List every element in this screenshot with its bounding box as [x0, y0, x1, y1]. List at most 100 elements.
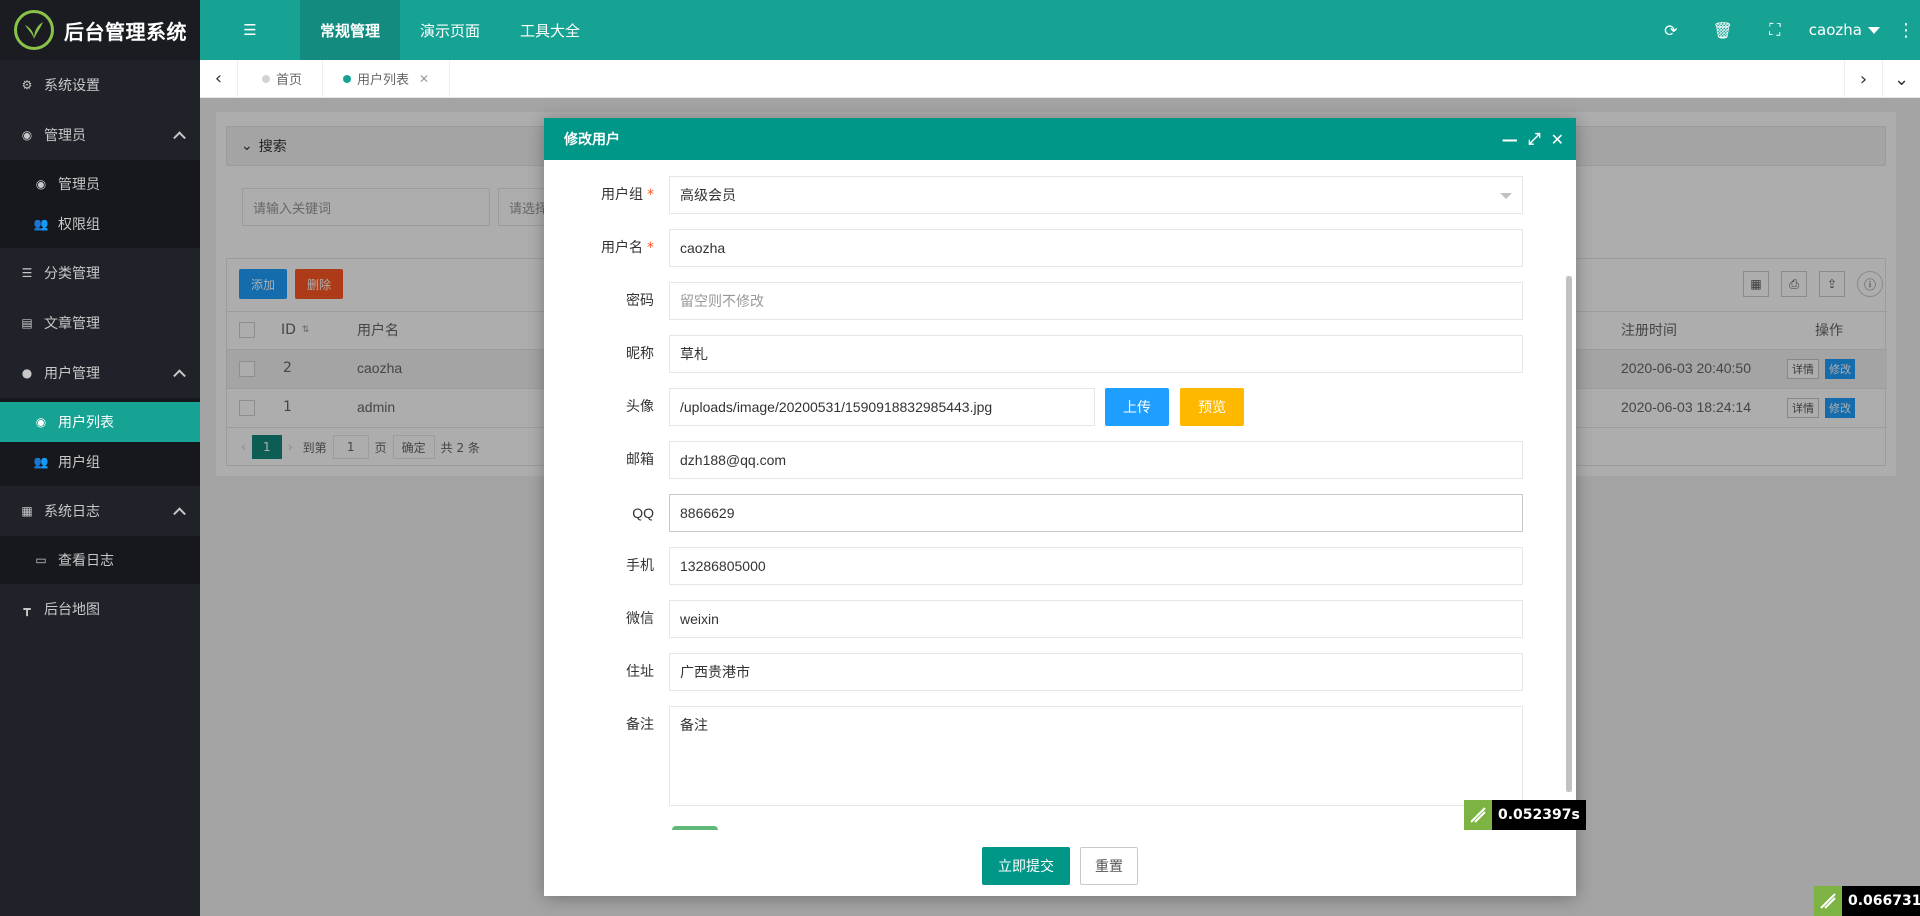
user-circle-icon: ◉ [35, 415, 47, 429]
form-row-group: 用户组 * 高级会员 [544, 176, 1544, 214]
required-mark: * [647, 240, 654, 256]
sidebar-item-permission-groups[interactable]: 👥 权限组 [0, 204, 200, 244]
tabs-menu-button[interactable]: ⌄ [1882, 60, 1920, 98]
debug-timer: 0.066731s [1814, 886, 1920, 916]
topnav-item-tools[interactable]: 工具大全 [500, 0, 600, 60]
topnav-item-general[interactable]: 常规管理 [300, 0, 401, 60]
leaf-logo-icon [1464, 800, 1492, 830]
sidebar-item-label: 文章管理 [44, 316, 100, 332]
user-circle-icon: ◉ [21, 128, 33, 142]
tabs-prev-button[interactable]: ‹ [200, 59, 238, 98]
form-row-wechat: 微信 weixin [544, 600, 1544, 638]
sidebar-item-categories[interactable]: ☰ 分类管理 [0, 248, 200, 298]
form-row-remark: 备注 备注 [544, 706, 1544, 806]
chevron-up-icon [173, 369, 186, 383]
sidebar-item-system-logs[interactable]: ▦ 系统日志 [0, 486, 200, 536]
sidebar-item-label: 用户列表 [58, 415, 114, 431]
submenu-admins: ◉ 管理员 👥 权限组 [0, 160, 200, 248]
newspaper-icon: ▤ [21, 316, 33, 330]
username-input[interactable]: caozha [669, 229, 1523, 267]
sidebar-item-sitemap[interactable]: ┳ 后台地图 [0, 584, 200, 634]
list-icon: ☰ [21, 266, 33, 280]
user-name: caozha [1808, 21, 1862, 39]
sidebar-item-label: 管理员 [44, 128, 86, 144]
field-label: 邮箱 [626, 452, 654, 468]
status-switch[interactable] [672, 826, 718, 830]
modal-header: 修改用户 — ⤢ ✕ [544, 118, 1576, 160]
preview-button[interactable]: 预览 [1180, 388, 1244, 426]
user-menu[interactable]: caozha [1801, 21, 1892, 39]
label-text: 用户名 [601, 240, 643, 256]
sidebar-item-user-groups[interactable]: 👥 用户组 [0, 442, 200, 482]
sidebar-item-users[interactable]: ● 用户管理 [0, 348, 200, 398]
nickname-input[interactable]: 草札 [669, 335, 1523, 373]
sidebar-item-user-list[interactable]: ◉ 用户列表 [0, 402, 200, 442]
field-label: 微信 [626, 611, 654, 627]
logo[interactable]: 后台管理系统 [0, 0, 200, 60]
file-icon: ▦ [21, 504, 33, 518]
modal-title: 修改用户 [564, 132, 620, 148]
email-input[interactable]: dzh188@qq.com [669, 441, 1523, 479]
fullscreen-icon[interactable]: ⛶ [1749, 20, 1801, 40]
close-icon[interactable]: ✕ [419, 72, 429, 86]
refresh-icon[interactable]: ⟳ [1645, 21, 1697, 40]
user-circle-icon: ◉ [35, 177, 47, 191]
field-label: 昵称 [626, 346, 654, 362]
tab-user-list[interactable]: 用户列表 ✕ [323, 59, 451, 98]
menu-toggle-button[interactable]: ☰ [200, 0, 300, 60]
sidebar-item-label: 用户管理 [44, 366, 100, 382]
leaf-logo-icon [1814, 886, 1842, 916]
required-mark: * [647, 187, 654, 203]
wechat-input[interactable]: weixin [669, 600, 1523, 638]
tab-label: 用户列表 [357, 73, 410, 88]
sidebar-item-label: 后台地图 [44, 602, 100, 618]
sidebar-item-view-logs[interactable]: ▭ 查看日志 [0, 540, 200, 580]
avatar-path-input[interactable]: /uploads/image/20200531/1590918832985443… [669, 388, 1095, 426]
topnav-item-demo[interactable]: 演示页面 [400, 0, 500, 60]
mobile-input[interactable]: 13286805000 [669, 547, 1523, 585]
maximize-icon[interactable]: ⤢ [1528, 129, 1541, 149]
user-group-select[interactable]: 高级会员 [669, 176, 1523, 214]
sidebar-item-admins[interactable]: ◉ 管理员 [0, 110, 200, 160]
submit-button[interactable]: 立即提交 [982, 847, 1070, 885]
form-row-avatar: 头像 /uploads/image/20200531/1590918832985… [544, 388, 1544, 426]
sidebar-item-system-settings[interactable]: ⚙ 系统设置 [0, 60, 200, 110]
field-label: 头像 [626, 399, 654, 415]
chevron-up-icon [173, 131, 186, 145]
minimize-icon[interactable]: — [1502, 130, 1518, 149]
users-icon: 👥 [33, 217, 49, 231]
chevron-up-icon [173, 507, 186, 521]
caret-down-icon [1868, 26, 1880, 34]
app-title: 后台管理系统 [64, 19, 187, 44]
document-icon: ▭ [35, 553, 47, 567]
submenu-users: ◉ 用户列表 👥 用户组 [0, 398, 200, 486]
field-label: 用户名 * [544, 229, 654, 267]
field-label: 住址 [626, 664, 654, 680]
tab-controls: › ⌄ [1844, 60, 1920, 98]
sidebar-item-admin[interactable]: ◉ 管理员 [0, 164, 200, 204]
close-icon[interactable]: ✕ [1551, 130, 1564, 149]
user-icon: ● [21, 366, 33, 380]
password-input[interactable]: 留空则不修改 [669, 282, 1523, 320]
tabs-next-button[interactable]: › [1844, 60, 1882, 98]
reset-button[interactable]: 重置 [1080, 847, 1138, 885]
tab-bar: ‹ 首页 用户列表 ✕ › ⌄ [200, 59, 1920, 98]
upload-button[interactable]: 上传 [1105, 388, 1169, 426]
form-row-qq: QQ 8866629 [544, 494, 1544, 532]
sidebar-item-articles[interactable]: ▤ 文章管理 [0, 298, 200, 348]
address-input[interactable]: 广西贵港市 [669, 653, 1523, 691]
tab-home[interactable]: 首页 [238, 59, 324, 98]
modal-scrollbar[interactable] [1566, 276, 1572, 792]
remark-textarea[interactable]: 备注 [669, 706, 1523, 806]
gears-icon: ⚙ [21, 78, 33, 92]
scrollbar-thumb[interactable] [1566, 276, 1572, 792]
tab-dot [343, 74, 352, 83]
debug-timer: 0.052397s [1464, 800, 1586, 830]
more-vertical-icon[interactable]: ⋮ [1892, 20, 1920, 41]
sidebar-item-label: 系统设置 [44, 78, 100, 94]
topbar-right: ⟳ 🗑 ⛶ caozha ⋮ [1645, 0, 1920, 60]
users-icon: 👥 [33, 455, 49, 469]
edit-user-modal: 修改用户 — ⤢ ✕ 用户组 * 高级会员 用户名 * caozha 密码 留空则不… [544, 118, 1586, 896]
qq-input[interactable]: 8866629 [669, 494, 1523, 532]
trash-icon[interactable]: 🗑 [1697, 21, 1749, 40]
